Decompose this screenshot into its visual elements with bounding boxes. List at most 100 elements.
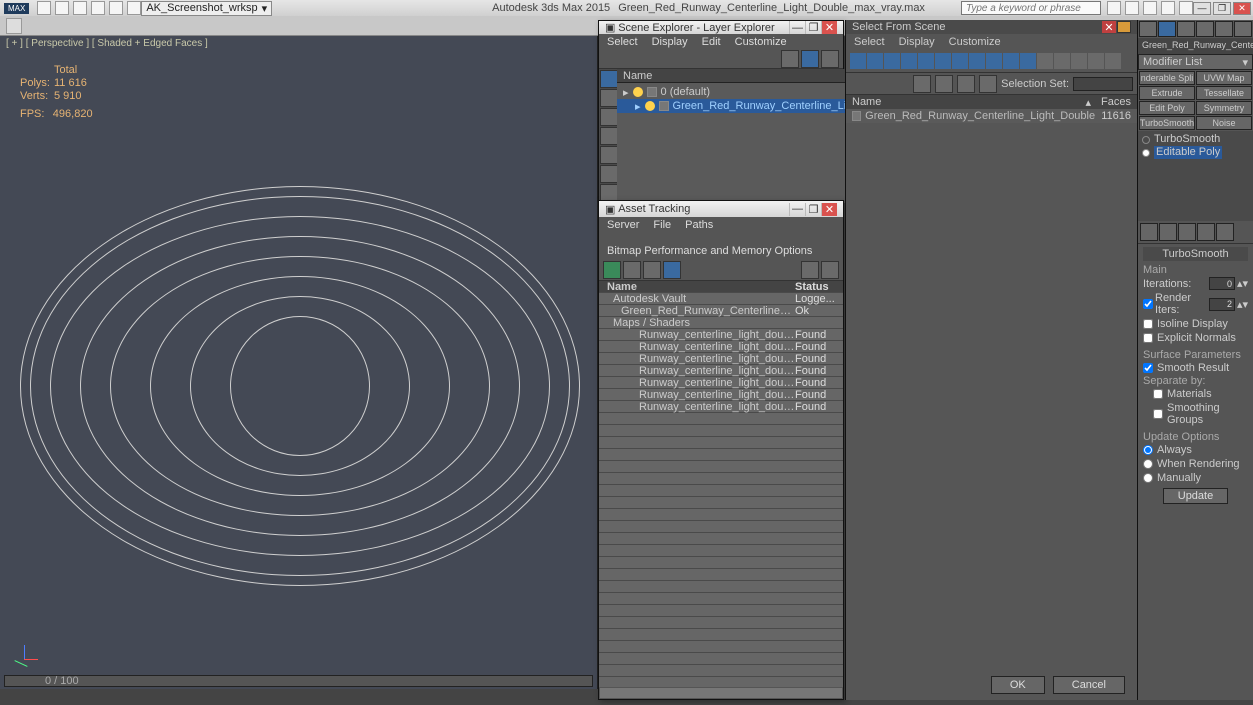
when-rendering-row[interactable]: When Rendering xyxy=(1143,457,1248,471)
make-unique-icon[interactable] xyxy=(1178,223,1196,241)
pin-icon[interactable] xyxy=(1117,21,1131,33)
asset-row[interactable]: Runway_centerline_light_double_Glossines… xyxy=(599,353,843,365)
refresh-icon[interactable] xyxy=(603,261,621,279)
infocenter-search[interactable] xyxy=(961,1,1101,15)
tool-icon[interactable] xyxy=(913,75,931,93)
list-view-icon[interactable] xyxy=(663,261,681,279)
display-helpers-icon[interactable] xyxy=(600,165,618,183)
pin-stack-icon[interactable] xyxy=(1140,223,1158,241)
minimize-panel-button[interactable]: — xyxy=(789,21,805,34)
display-shapes-icon[interactable] xyxy=(600,108,618,126)
always-row[interactable]: Always xyxy=(1143,443,1248,457)
scene-explorer-titlebar[interactable]: ▣ Scene Explorer - Layer Explorer — ❐ ✕ xyxy=(599,21,843,34)
iterations-input[interactable] xyxy=(1209,277,1235,290)
link-icon[interactable] xyxy=(127,1,141,15)
menu-server[interactable]: Server xyxy=(607,219,639,231)
exchange-icon[interactable] xyxy=(1143,1,1157,15)
object-name-field[interactable]: Green_Red_Runway_Centerl xyxy=(1138,38,1253,54)
minimize-button[interactable]: — xyxy=(1193,2,1211,15)
explicit-checkbox-row[interactable]: Explicit Normals xyxy=(1143,331,1248,345)
ok-button[interactable]: OK xyxy=(991,676,1045,694)
menu-select[interactable]: Select xyxy=(854,36,885,48)
asset-row[interactable]: Maps / Shaders xyxy=(599,317,843,329)
menu-file[interactable]: File xyxy=(653,219,671,231)
filter-icon[interactable] xyxy=(952,53,968,69)
asset-row[interactable]: Runway_centerline_light_double_Green_R..… xyxy=(599,365,843,377)
explicit-checkbox[interactable] xyxy=(1143,333,1153,343)
display-lights-icon[interactable] xyxy=(600,127,618,145)
select-from-scene-titlebar[interactable]: Select From Scene ✕ xyxy=(846,20,1137,34)
menu-paths[interactable]: Paths xyxy=(685,219,713,231)
display-all-icon[interactable] xyxy=(600,70,618,88)
modifier-button[interactable]: TurboSmooth xyxy=(1139,116,1195,130)
signin-icon[interactable] xyxy=(1125,1,1139,15)
display-tab-icon[interactable] xyxy=(1215,21,1233,37)
filter-icon[interactable] xyxy=(901,53,917,69)
bulb-icon[interactable] xyxy=(633,87,643,97)
minimize-panel-button[interactable]: — xyxy=(789,203,805,216)
tool-icon[interactable] xyxy=(935,75,953,93)
smoothing-groups-checkbox[interactable] xyxy=(1153,409,1163,419)
asset-row[interactable]: Runway_centerline_light_double_Specular.… xyxy=(599,401,843,413)
spinner-icon[interactable]: ▴▾ xyxy=(1237,277,1248,290)
modify-tab-icon[interactable] xyxy=(1158,21,1176,37)
cancel-button[interactable]: Cancel xyxy=(1053,676,1125,694)
tool-icon[interactable] xyxy=(957,75,975,93)
modifier-button[interactable]: Noise xyxy=(1196,116,1252,130)
motion-tab-icon[interactable] xyxy=(1196,21,1214,37)
smooth-result-checkbox[interactable] xyxy=(1143,363,1153,373)
manually-radio[interactable] xyxy=(1143,473,1153,483)
filter-icon[interactable] xyxy=(781,50,799,68)
smoothing-groups-row[interactable]: Smoothing Groups xyxy=(1143,401,1248,427)
asset-row[interactable]: Autodesk VaultLogge... xyxy=(599,293,843,305)
selection-set-field[interactable] xyxy=(1073,77,1133,91)
viewport-perspective[interactable]: [ + ] [ Perspective ] [ Shaded + Edged F… xyxy=(0,36,598,689)
asset-list-header[interactable]: Name Status xyxy=(599,281,843,293)
modifier-button[interactable]: Edit Poly xyxy=(1139,101,1195,115)
filter-icon[interactable] xyxy=(1105,53,1121,69)
when-rendering-radio[interactable] xyxy=(1143,459,1153,469)
render-iters-input[interactable] xyxy=(1209,298,1235,311)
always-radio[interactable] xyxy=(1143,445,1153,455)
filter-icon[interactable] xyxy=(850,53,866,69)
stack-item-editable-poly[interactable]: Editable Poly xyxy=(1142,146,1249,159)
maximize-panel-button[interactable]: ❐ xyxy=(805,21,821,34)
create-tab-icon[interactable] xyxy=(1139,21,1157,37)
expand-icon[interactable]: ▸ xyxy=(623,86,629,99)
asset-row[interactable]: Green_Red_Runway_Centerline_Light_Double… xyxy=(599,305,843,317)
modifier-button[interactable]: Extrude xyxy=(1139,86,1195,100)
modifier-button[interactable]: UVW Map xyxy=(1196,71,1252,85)
modifier-list-dropdown[interactable]: Modifier List ▾ xyxy=(1138,54,1253,70)
filter-icon[interactable] xyxy=(1020,53,1036,69)
redo-icon[interactable] xyxy=(109,1,123,15)
options-icon[interactable] xyxy=(821,261,839,279)
menu-bitmap[interactable]: Bitmap Performance and Memory Options xyxy=(607,245,812,257)
asset-row[interactable]: Runway_centerline_light_double_Refractio… xyxy=(599,389,843,401)
restore-button[interactable]: ❐ xyxy=(1213,2,1231,15)
filter-icon[interactable] xyxy=(918,53,934,69)
display-geometry-icon[interactable] xyxy=(600,89,618,107)
filter-icon[interactable] xyxy=(1054,53,1070,69)
render-iters-checkbox[interactable] xyxy=(1143,299,1153,309)
filter-icon[interactable] xyxy=(969,53,985,69)
isoline-checkbox-row[interactable]: Isoline Display xyxy=(1143,317,1248,331)
rollout-header[interactable]: TurboSmooth xyxy=(1143,247,1248,261)
save-icon[interactable] xyxy=(73,1,87,15)
modifier-button[interactable]: Symmetry xyxy=(1196,101,1252,115)
materials-row[interactable]: Materials xyxy=(1143,387,1248,401)
isoline-checkbox[interactable] xyxy=(1143,319,1153,329)
close-panel-button[interactable]: ✕ xyxy=(1102,21,1116,33)
menu-customize[interactable]: Customize xyxy=(735,36,787,48)
show-result-icon[interactable] xyxy=(1159,223,1177,241)
filter-icon[interactable] xyxy=(935,53,951,69)
update-button[interactable]: Update xyxy=(1163,488,1228,504)
close-button[interactable]: ✕ xyxy=(1233,2,1251,15)
asset-tracking-titlebar[interactable]: ▣ Asset Tracking — ❐ ✕ xyxy=(599,201,843,217)
menu-display[interactable]: Display xyxy=(652,36,688,48)
close-panel-button[interactable]: ✕ xyxy=(821,203,837,216)
smooth-result-row[interactable]: Smooth Result xyxy=(1143,361,1248,375)
filter-icon[interactable] xyxy=(884,53,900,69)
view-mode-icon[interactable] xyxy=(801,50,819,68)
asset-list[interactable]: Autodesk VaultLogge...Green_Red_Runway_C… xyxy=(599,293,843,687)
maximize-panel-button[interactable]: ❐ xyxy=(805,203,821,216)
